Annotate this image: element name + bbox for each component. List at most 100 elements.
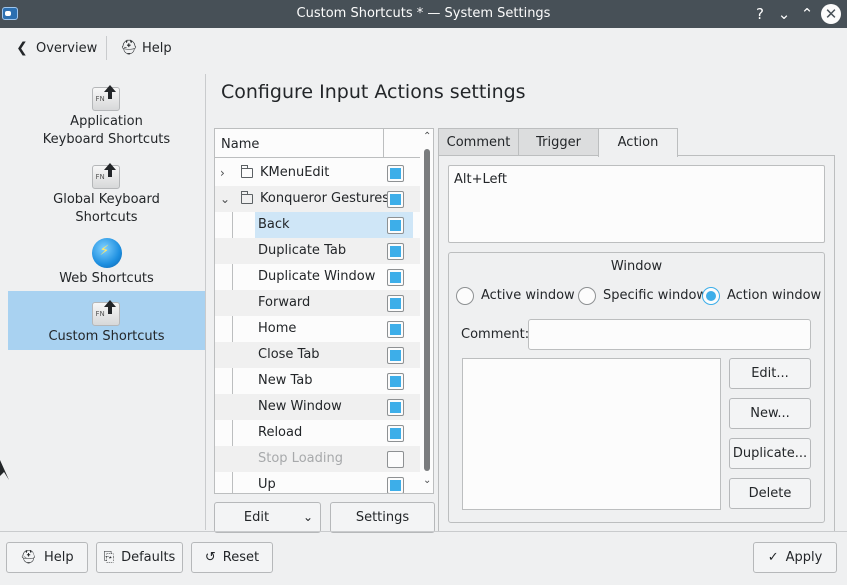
enabled-checkbox[interactable] [387,217,404,234]
overview-button[interactable]: ❮ Overview [14,35,97,61]
tree-scrollbar[interactable]: ⌃ ⌄ [420,129,433,493]
tree-group-row[interactable]: › KMenuEdit [215,160,420,186]
tree-group-label: Konqueror Gestures [260,191,390,206]
sidebar-item-application-shortcuts[interactable]: FN Application Keyboard Shortcuts [8,81,205,151]
column-header-name[interactable]: Name [221,137,259,152]
action-window-radio[interactable] [702,287,720,305]
tree-item-row[interactable]: New Tab [215,368,420,394]
tab-comment[interactable]: Comment [438,128,519,156]
tab-action[interactable]: Action [598,128,678,157]
sidebar-item-label: Custom Shortcuts [48,329,165,344]
keyboard-shortcuts-icon: FN [91,159,122,189]
footer-help-button[interactable]: ⛑ Help [6,542,88,573]
edit-menu-button[interactable]: Edit ⌄ [214,502,321,533]
sidebar-item-label: Global Keyboard Shortcuts [53,192,160,225]
maximize-icon[interactable]: ⌃ [797,4,817,24]
tree-item-row[interactable]: Duplicate Tab [215,238,420,264]
scrollbar-thumb[interactable] [424,149,430,471]
tree-item-row[interactable]: Reload [215,420,420,446]
enabled-checkbox[interactable] [387,347,404,364]
enabled-checkbox[interactable] [387,477,404,493]
settings-button[interactable]: Settings [330,502,435,533]
enabled-checkbox[interactable] [387,243,404,260]
toolbar-help-button[interactable]: ⛑ Help [120,35,172,61]
tree-group-label: KMenuEdit [260,165,330,180]
active-window-label[interactable]: Active window [481,288,575,303]
keyboard-shortcuts-icon: FN [91,81,122,111]
sidebar-item-global-shortcuts[interactable]: FN Global Keyboard Shortcuts [8,159,205,229]
help-lifebuoy-icon: ⛑ [120,40,138,56]
tree-group-row[interactable]: ⌄ Konqueror Gestures [215,186,420,212]
enabled-checkbox[interactable] [387,191,404,208]
chevron-down-icon: ⌄ [302,510,313,524]
window-title: Custom Shortcuts * — System Settings [296,6,551,21]
globe-icon [91,238,122,268]
tree-item-label: Home [258,321,297,336]
tab-trigger[interactable]: Trigger [518,128,599,156]
minimize-icon[interactable]: ⌄ [774,4,794,24]
tree-item-row[interactable]: Home [215,316,420,342]
folder-icon [241,191,253,204]
enabled-checkbox[interactable] [387,269,404,286]
tree-item-row[interactable]: Back [215,212,420,238]
sidebar-item-custom-shortcuts[interactable]: FN Custom Shortcuts [8,291,205,350]
active-window-radio[interactable] [456,287,474,305]
chevron-left-icon: ❮ [16,40,28,56]
shortcut-field[interactable]: Alt+Left [448,165,825,243]
enabled-checkbox[interactable] [387,165,404,182]
chevron-down-icon[interactable]: ⌄ [220,186,230,212]
tree-item-label: Back [258,217,290,232]
tree-item-row[interactable]: Forward [215,290,420,316]
sidebar-divider [205,74,206,530]
sidebar-item-label: Web Shortcuts [59,271,154,286]
toolbar-divider [106,36,107,60]
enabled-checkbox[interactable] [387,425,404,442]
sidebar-item-label: Application Keyboard Shortcuts [42,114,171,147]
apply-button[interactable]: ✓ Apply [753,542,837,573]
enabled-checkbox[interactable] [387,399,404,416]
chevron-right-icon[interactable]: › [220,160,225,186]
window-edit-button[interactable]: Edit... [729,358,811,389]
footer-help-label: Help [43,550,74,565]
window-new-button[interactable]: New... [729,398,811,429]
comment-input[interactable] [528,319,811,350]
tree-item-label: Stop Loading [258,451,343,466]
window-group-title: Window [610,259,663,274]
action-window-label[interactable]: Action window [727,288,821,303]
tree-item-label: Duplicate Window [258,269,376,284]
toolbar-help-label: Help [142,41,172,56]
mouse-cursor-icon [0,460,9,480]
scroll-down-icon[interactable]: ⌄ [423,475,431,486]
comment-label: Comment: [461,327,530,342]
defaults-label: Defaults [121,550,176,565]
close-icon[interactable]: ✕ [821,4,841,24]
enabled-checkbox[interactable] [387,321,404,338]
apply-label: Apply [785,550,823,565]
tree-item-row[interactable]: Duplicate Window [215,264,420,290]
title-bar: Custom Shortcuts * — System Settings ? ⌄… [0,0,847,28]
tree-item-row[interactable]: Stop Loading [215,446,420,472]
specific-window-label[interactable]: Specific window [603,288,707,303]
page-title: Configure Input Actions settings [221,81,526,103]
window-delete-button[interactable]: Delete [729,478,811,509]
specific-window-radio[interactable] [578,287,596,305]
tree-item-row[interactable]: Close Tab [215,342,420,368]
folder-icon [241,165,253,178]
reset-button[interactable]: ↺ Reset [191,542,273,573]
tree-item-row[interactable]: New Window [215,394,420,420]
enabled-checkbox[interactable] [387,373,404,390]
help-lifebuoy-icon: ⛑ [20,550,37,565]
help-icon[interactable]: ? [750,4,770,24]
defaults-button[interactable]: ⎘ Defaults [96,542,183,573]
window-definition-list[interactable] [462,358,721,510]
reset-label: Reset [222,550,260,565]
enabled-checkbox[interactable] [387,451,404,468]
window-duplicate-button[interactable]: Duplicate... [729,438,811,469]
tree-item-row[interactable]: Up [215,472,420,493]
enabled-checkbox[interactable] [387,295,404,312]
tree-item-label: New Window [258,399,342,414]
actions-tree[interactable]: Name › KMenuEdit ⌄ Konqueror Gestures Ba… [214,128,434,494]
sidebar-item-web-shortcuts[interactable]: Web Shortcuts [8,238,205,288]
footer-divider [0,531,847,532]
scroll-up-icon[interactable]: ⌃ [423,131,431,142]
